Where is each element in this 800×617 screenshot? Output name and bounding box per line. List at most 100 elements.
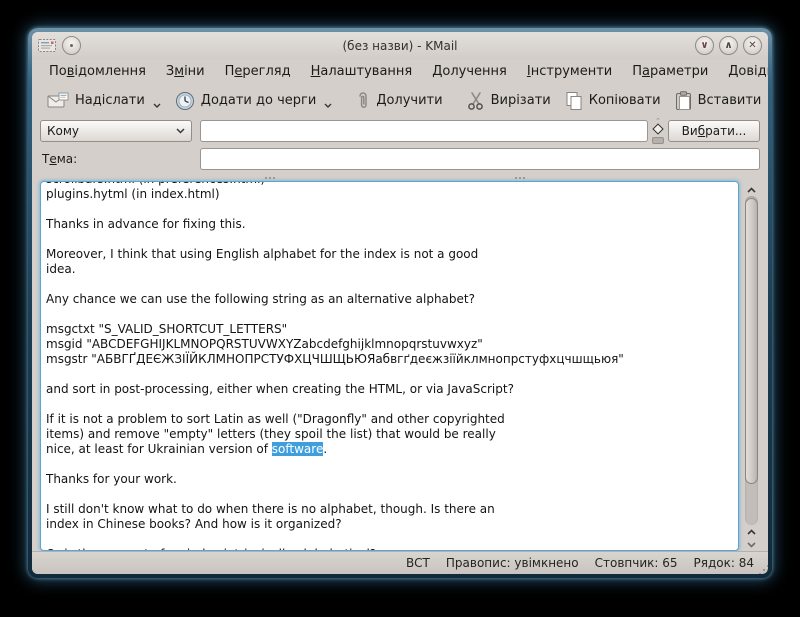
body-line: Thanks in advance for fixing this. — [46, 217, 733, 232]
composer-headers: Кому ⌃ Вибрати... Тема: — [32, 117, 768, 175]
body-line: idea. — [46, 262, 733, 277]
vertical-scrollbar[interactable] — [743, 181, 760, 551]
message-body-editor[interactable]: scrollbars.html (in preferences.html) pl… — [40, 181, 739, 551]
menu-view[interactable]: Перегляд — [216, 61, 300, 82]
menu-settings[interactable]: Налаштування — [302, 61, 422, 82]
body-line: items) and remove "empty" letters (they … — [46, 427, 733, 442]
arrow-down-icon — [747, 542, 756, 548]
body-line-with-selection: nice, at least for Ukrainian version of … — [46, 442, 733, 457]
menu-attach[interactable]: Долучення — [423, 61, 516, 82]
spellcheck-status: Правопис: увімкнено — [446, 556, 579, 570]
body-line — [46, 202, 733, 217]
menu-tools[interactable]: Інструменти — [518, 61, 621, 82]
choose-recipient-button[interactable]: Вибрати... — [668, 120, 760, 142]
body-line — [46, 457, 733, 472]
body-line — [46, 487, 733, 502]
send-mail-icon — [47, 92, 69, 109]
close-button[interactable]: ✕ — [743, 36, 762, 55]
queue-label: Додати до черги — [201, 93, 317, 108]
copy-button[interactable]: Копіювати — [558, 87, 668, 115]
recipient-type-combobox[interactable]: Кому — [40, 120, 192, 142]
splitter-handle-icon — [265, 177, 267, 179]
kmail-composer-window: (без назви) - KMail ∨ ∧ ✕ Повідомлення — [32, 32, 768, 574]
stepper-handle — [652, 137, 664, 144]
body-line — [46, 397, 733, 412]
body-line: Moreover, I think that using English alp… — [46, 247, 733, 262]
subject-input[interactable] — [200, 148, 760, 170]
body-line: and sort in post-processing, either when… — [46, 382, 733, 397]
body-line: msgid "ABCDEFGHIJKLMNOPQRSTUVWXYZabcdefg… — [46, 337, 733, 352]
subject-label: Тема: — [40, 152, 192, 166]
compose-mail-icon — [38, 39, 56, 52]
cut-label: Вирізати — [491, 93, 551, 108]
paste-label: Вставити — [698, 93, 762, 108]
body-line — [46, 367, 733, 382]
copy-pages-icon — [565, 91, 583, 111]
body-line — [46, 232, 733, 247]
maximize-icon: ∧ — [724, 41, 732, 51]
chevron-down-icon — [176, 128, 185, 134]
copy-label: Копіювати — [589, 93, 661, 108]
body-line — [46, 307, 733, 322]
body-line: Any chance we can use the following stri… — [46, 292, 733, 307]
row-indicator: Рядок: 84 — [694, 556, 754, 570]
statusbar: ВСТ Правопис: увімкнено Стовпчик: 65 Ряд… — [32, 551, 768, 574]
titlebar[interactable]: (без назви) - KMail ∨ ∧ ✕ — [32, 32, 768, 59]
recipient-type-value: Кому — [47, 124, 79, 138]
maximize-button[interactable]: ∧ — [719, 36, 738, 55]
window-title: (без назви) - KMail — [32, 39, 768, 53]
stepper-diamond-icon — [652, 123, 663, 134]
close-icon: ✕ — [748, 41, 756, 51]
titlebar-pin-button[interactable] — [62, 36, 81, 55]
scrollbar-thumb[interactable] — [745, 198, 758, 484]
menu-edit[interactable]: Зміни — [157, 61, 214, 82]
choose-button-label: Вибрати... — [682, 124, 747, 138]
pin-dot-icon — [70, 44, 73, 47]
scroll-up-button[interactable] — [747, 183, 756, 196]
chevron-down-icon — [324, 103, 332, 108]
menu-message[interactable]: Повідомлення — [40, 61, 155, 82]
scroll-up-button-secondary[interactable] — [747, 525, 756, 538]
queue-clock-icon — [175, 91, 195, 111]
scrollbar-track[interactable] — [745, 196, 758, 525]
toolbar: Надіслати Додати до черги Долучити — [32, 84, 768, 117]
body-line: If it is not a problem to sort Latin as … — [46, 412, 733, 427]
paperclip-icon — [356, 91, 370, 111]
menu-help[interactable]: Довідка — [719, 61, 768, 82]
send-button[interactable]: Надіслати — [40, 88, 168, 113]
menu-options[interactable]: Параметри — [623, 61, 717, 82]
attach-button[interactable]: Долучити — [349, 87, 449, 115]
paste-button[interactable]: Вставити — [668, 87, 768, 115]
scroll-down-button[interactable] — [747, 538, 756, 551]
menubar: Повідомлення Зміни Перегляд Налаштування… — [32, 59, 768, 84]
body-line — [46, 532, 733, 547]
arrow-up-icon — [747, 529, 756, 535]
chevron-down-icon — [153, 103, 161, 108]
minimize-button[interactable]: ∨ — [695, 36, 714, 55]
body-line: msgstr "АБВГҐДЕЄЖЗІЇЙКЛМНОПРСТУФХЦЧШЩЬЮЯ… — [46, 352, 733, 367]
minimize-icon: ∨ — [700, 41, 708, 51]
stepper-up-icon: ⌃ — [655, 119, 661, 123]
recipient-line-stepper[interactable]: ⌃ — [650, 119, 666, 144]
arrow-up-icon — [747, 187, 756, 193]
body-line: msgctxt "S_VALID_SHORTCUT_LETTERS" — [46, 322, 733, 337]
clipboard-icon — [675, 91, 692, 111]
recipient-input[interactable] — [200, 120, 648, 142]
column-indicator: Стовпчик: 65 — [595, 556, 678, 570]
body-line: I still don't know what to do when there… — [46, 502, 733, 517]
body-line: index in Chinese books? And how is it or… — [46, 517, 733, 532]
insert-mode-indicator: ВСТ — [406, 556, 430, 570]
attach-label: Долучити — [376, 93, 442, 108]
resize-grip[interactable] — [763, 569, 765, 571]
queue-button[interactable]: Додати до черги — [168, 87, 340, 115]
selected-text: software — [272, 442, 324, 456]
cut-button[interactable]: Вирізати — [460, 87, 558, 115]
body-line: Thanks for your work. — [46, 472, 733, 487]
body-line — [46, 277, 733, 292]
body-line: plugins.hytml (in index.html) — [46, 187, 733, 202]
scissors-icon — [467, 91, 485, 111]
send-label: Надіслати — [75, 93, 145, 108]
window-frame: (без назви) - KMail ∨ ∧ ✕ Повідомлення — [28, 28, 772, 578]
splitter-handle-icon — [515, 177, 517, 179]
header-editor-splitter[interactable] — [32, 175, 768, 181]
